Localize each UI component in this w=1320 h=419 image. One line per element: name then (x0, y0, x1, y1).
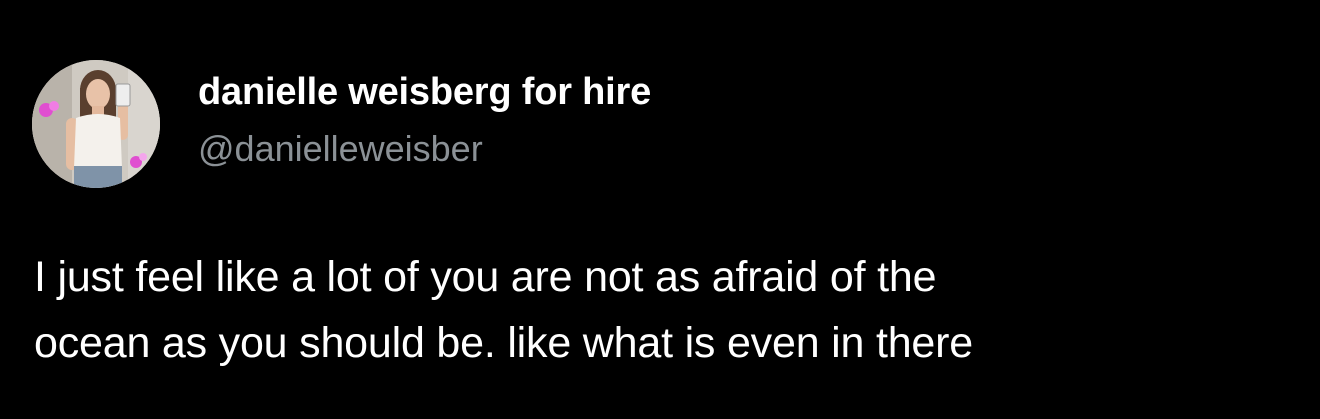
author-info: danielle weisberg for hire @danielleweis… (198, 69, 651, 171)
tweet-text: I just feel like a lot of you are not as… (34, 244, 1294, 376)
user-handle[interactable]: @danielleweisber (198, 127, 651, 171)
avatar[interactable] (32, 60, 160, 188)
tweet-text-line: ocean as you should be. like what is eve… (34, 319, 973, 367)
avatar-photo-icon (32, 60, 160, 188)
tweet-card: danielle weisberg for hire @danielleweis… (0, 0, 1320, 419)
tweet-text-line: I just feel like a lot of you are not as… (34, 253, 937, 301)
display-name[interactable]: danielle weisberg for hire (198, 69, 651, 115)
tweet-header: danielle weisberg for hire @danielleweis… (32, 60, 651, 188)
